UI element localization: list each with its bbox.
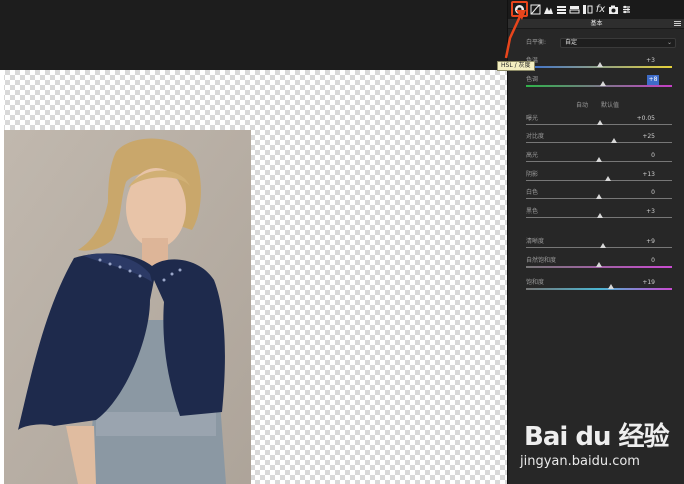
- default-button[interactable]: 默认值: [601, 101, 619, 111]
- white-balance-value: 自定: [565, 39, 578, 46]
- effects-icon[interactable]: fx: [595, 4, 606, 15]
- watermark-logo: Bai du 经验: [524, 422, 669, 452]
- slider-thumb[interactable]: [597, 213, 604, 218]
- slider-track[interactable]: [526, 247, 672, 248]
- slider-label: 饱和度: [526, 279, 545, 286]
- detail-icon[interactable]: [543, 4, 554, 15]
- slider-value[interactable]: 0: [625, 256, 655, 266]
- slider-label: 清晰度: [526, 238, 545, 245]
- slider-value[interactable]: 0: [625, 151, 655, 161]
- slider-row: 自然饱和度 0: [508, 256, 684, 268]
- slider-value[interactable]: +3: [625, 207, 655, 217]
- slider-track[interactable]: [526, 142, 672, 143]
- watermark-url: jingyan.baidu.com: [520, 454, 640, 469]
- slider-row: 清晰度 +9: [508, 237, 684, 249]
- slider-label: 白色: [526, 189, 539, 196]
- slider-label: 高光: [526, 152, 539, 159]
- slider-label: 色调: [526, 76, 539, 83]
- slider-row: 白色 0: [508, 188, 684, 200]
- auto-button[interactable]: 自动: [576, 101, 588, 111]
- slider-value[interactable]: +0.05: [625, 114, 655, 124]
- preview-photo: [4, 130, 251, 484]
- slider-value[interactable]: +25: [625, 132, 655, 142]
- presets-icon[interactable]: [621, 4, 632, 15]
- slider-thumb[interactable]: [604, 176, 611, 181]
- slider-value[interactable]: +3: [625, 56, 655, 66]
- slider-thumb[interactable]: [607, 284, 614, 289]
- slider-label: 阴影: [526, 171, 539, 178]
- slider-thumb[interactable]: [597, 120, 604, 125]
- slider-value[interactable]: +19: [625, 278, 655, 288]
- slider-value[interactable]: +13: [625, 170, 655, 180]
- slider-row: 饱和度 +19: [508, 278, 684, 290]
- slider-row: 对比度 +25: [508, 132, 684, 144]
- hsl-icon[interactable]: [556, 4, 567, 15]
- slider-thumb[interactable]: [596, 157, 602, 162]
- baidu-watermark: Bai du 经验 jingyan.baidu.com: [516, 410, 682, 480]
- slider-label: 黑色: [526, 208, 539, 215]
- slider-row: 阴影 +13: [508, 170, 684, 182]
- slider-label: 自然饱和度: [526, 257, 557, 264]
- slider-thumb[interactable]: [600, 243, 607, 248]
- camera-calibration-icon[interactable]: [608, 4, 619, 15]
- slider-value[interactable]: +9: [625, 237, 655, 247]
- chevron-down-icon: ⌄: [666, 39, 672, 46]
- slider-label: 曝光: [526, 115, 539, 122]
- slider-value[interactable]: +8: [647, 75, 659, 85]
- slider-thumb[interactable]: [597, 62, 604, 67]
- canvas-top-bar: [0, 0, 507, 70]
- white-balance-select[interactable]: 自定 ⌄: [560, 38, 676, 48]
- slider-value[interactable]: 0: [625, 188, 655, 198]
- slider-track[interactable]: [526, 85, 672, 87]
- slider-thumb[interactable]: [596, 262, 602, 267]
- slider-row: 曝光 +0.05: [508, 114, 684, 126]
- slider-row: 色调 +8: [508, 75, 684, 87]
- auto-default-row: 自动 默认值: [508, 101, 684, 111]
- split-toning-icon[interactable]: [569, 4, 580, 15]
- lens-corrections-icon[interactable]: [582, 4, 593, 15]
- slider-thumb[interactable]: [596, 194, 602, 199]
- slider-row: 黑色 +3: [508, 207, 684, 219]
- slider-label: 对比度: [526, 133, 545, 140]
- slider-track[interactable]: [526, 288, 672, 290]
- slider-thumb[interactable]: [610, 138, 617, 143]
- panel-menu-icon[interactable]: [674, 21, 681, 27]
- arrow-annotation-icon: [504, 10, 526, 59]
- slider-thumb[interactable]: [600, 81, 607, 86]
- white-balance-row: 白平衡: 自定 ⌄: [526, 38, 676, 48]
- slider-row: 高光 0: [508, 151, 684, 163]
- slider-track[interactable]: [526, 180, 672, 181]
